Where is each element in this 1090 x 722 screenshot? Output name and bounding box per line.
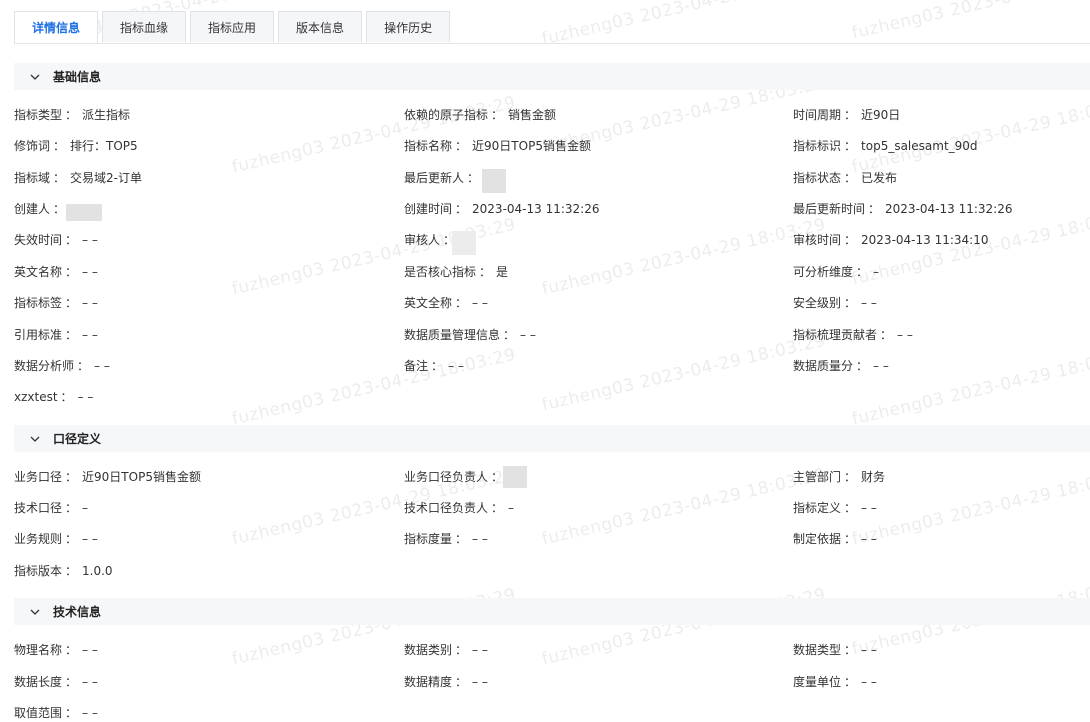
chevron-down-icon[interactable] <box>29 433 41 445</box>
field-metric-measure: 指标度量： – – <box>404 532 488 546</box>
tab-version[interactable]: 版本信息 <box>278 11 363 42</box>
chevron-down-icon[interactable] <box>29 606 41 618</box>
field-value-range: 取值范围： – – <box>14 706 98 720</box>
field-security-level: 安全级别： – – <box>793 296 877 310</box>
field-dept: 主管部门：财务 <box>793 470 886 484</box>
avatar <box>482 169 507 193</box>
field-tech-caliber: 技术口径： – <box>14 501 89 515</box>
field-english-fullname: 英文全称： – – <box>404 296 488 310</box>
field-review-time: 审核时间： 2023-04-13 11:34:10 <box>793 233 989 247</box>
field-metric-domain: 指标域：交易域2-订单 <box>14 171 142 185</box>
field-contributor: 指标梳理贡献者： – – <box>793 328 913 342</box>
tab-details[interactable]: 详情信息 <box>14 11 99 43</box>
section-title: 基础信息 <box>53 70 102 84</box>
field-last-updater: 最后更新人： <box>404 169 507 193</box>
watermark: fuzheng03 2023-04-29 18:03:29 <box>230 92 518 178</box>
field-atomic-metric: 依赖的原子指标：销售金额 <box>404 108 557 122</box>
field-modifier: 修饰词：排行：TOP5 <box>14 139 138 153</box>
watermark: fuzheng03 2023-04-29 18:03:29 <box>850 464 1090 550</box>
avatar <box>452 231 477 255</box>
watermark: fuzheng03 2023-04-29 18:03:29 <box>230 344 518 430</box>
section-title: 技术信息 <box>53 605 102 619</box>
field-metric-tags: 指标标签： – – <box>14 296 98 310</box>
field-data-category: 数据类别： – – <box>404 643 488 657</box>
field-is-core: 是否核心指标：是 <box>404 265 509 279</box>
field-expire-time: 失效时间： – – <box>14 233 98 247</box>
field-biz-owner: 业务口径负责人： <box>404 465 528 488</box>
watermark: fuzheng03 2023-04-29 18:03:29 <box>850 92 1090 178</box>
field-biz-caliber: 业务口径：近90日TOP5销售金额 <box>14 470 201 484</box>
field-xzxtest: xzxtest： – – <box>14 390 94 404</box>
avatar <box>503 465 528 488</box>
field-create-time: 创建时间： 2023-04-13 11:32:26 <box>404 202 600 216</box>
field-biz-rule: 业务规则： – – <box>14 532 98 546</box>
field-unit: 度量单位： – – <box>793 675 877 689</box>
tab-application[interactable]: 指标应用 <box>190 11 275 42</box>
watermark: fuzheng03 2023-04-29 18:03:29 <box>540 330 828 416</box>
field-metric-type: 指标类型：派生指标 <box>14 108 131 122</box>
avatar <box>66 203 103 221</box>
field-basis: 制定依据： – – <box>793 532 877 546</box>
field-analyzable-dim: 可分析维度： – <box>793 265 880 279</box>
tab-lineage[interactable]: 指标血缘 <box>102 11 187 42</box>
section-header-tech[interactable]: 技术信息 <box>14 598 1090 625</box>
field-version: 指标版本： 1.0.0 <box>14 564 113 578</box>
field-metric-name: 指标名称：近90日TOP5销售金额 <box>404 139 591 153</box>
field-physical-name: 物理名称： – – <box>14 643 98 657</box>
section-header-basic[interactable]: 基础信息 <box>14 63 1090 90</box>
section-title: 口径定义 <box>53 432 102 446</box>
field-data-length: 数据长度： – – <box>14 675 98 689</box>
chevron-down-icon[interactable] <box>29 71 41 83</box>
field-data-precision: 数据精度： – – <box>404 675 488 689</box>
field-tech-owner: 技术口径负责人： – <box>404 501 515 515</box>
field-remark: 备注： – – <box>404 359 464 373</box>
field-dq-mgmt-info: 数据质量管理信息： – – <box>404 328 536 342</box>
field-analyst: 数据分析师： – – <box>14 359 110 373</box>
field-metric-status: 指标状态：已发布 <box>793 171 898 185</box>
field-metric-def: 指标定义： – – <box>793 501 877 515</box>
field-reviewer: 审核人： <box>404 231 477 255</box>
field-data-type: 数据类型： – – <box>793 643 877 657</box>
field-creator: 创建人： <box>14 201 103 221</box>
field-ref-standard: 引用标准： – – <box>14 328 98 342</box>
tab-bar: 详情信息 指标血缘 指标应用 版本信息 操作历史 <box>14 11 1090 44</box>
field-english-name: 英文名称： – – <box>14 265 98 279</box>
field-metric-id: 指标标识： top5_salesamt_90d <box>793 139 978 153</box>
watermark: fuzheng03 2023-04-29 18:03:29 <box>540 464 828 550</box>
watermark: fuzheng03 2023-04-29 18:03:29 <box>540 214 828 300</box>
section-header-caliber[interactable]: 口径定义 <box>14 425 1090 452</box>
field-time-period: 时间周期：近90日 <box>793 108 901 122</box>
tab-history[interactable]: 操作历史 <box>366 11 451 42</box>
watermark: fuzheng03 2023-04-29 18:03:29 <box>230 214 518 300</box>
field-last-update-time: 最后更新时间： 2023-04-13 11:32:26 <box>793 202 1013 216</box>
field-dq-score: 数据质量分： – – <box>793 359 889 373</box>
